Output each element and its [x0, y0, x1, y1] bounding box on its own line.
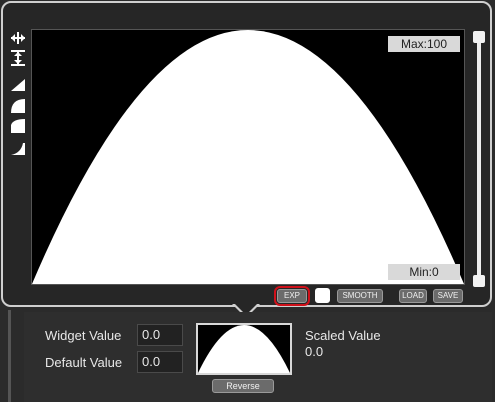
scaled-value: 0.0	[305, 344, 324, 359]
load-button[interactable]: LOAD	[399, 289, 427, 303]
widget-value-field[interactable]: 0.0	[137, 324, 183, 346]
save-button[interactable]: SAVE	[433, 289, 463, 303]
default-value-label: Default Value	[45, 355, 123, 370]
curve-thumbnail[interactable]	[196, 323, 292, 375]
horizontal-arrows-icon[interactable]	[9, 29, 27, 47]
curve-plot	[32, 30, 464, 284]
half-circle-icon[interactable]	[9, 97, 27, 115]
curve-corner-icon[interactable]	[9, 139, 27, 157]
exp-button[interactable]: EXP	[274, 286, 310, 306]
slider-bottom-handle[interactable]	[473, 275, 485, 287]
parabola-curve	[32, 30, 464, 284]
scaled-value-label: Scaled Value	[305, 328, 381, 343]
smooth-button[interactable]: SMOOTH	[337, 289, 383, 303]
vertical-slider[interactable]	[473, 31, 485, 287]
vertical-arrows-icon[interactable]	[9, 49, 27, 67]
slider-track	[477, 37, 481, 283]
left-divider	[8, 310, 11, 402]
min-label: Min:0	[388, 264, 460, 280]
max-label: Max:100	[388, 36, 460, 52]
slider-top-handle[interactable]	[473, 31, 485, 43]
ramp-icon[interactable]	[9, 75, 27, 93]
curve-editor-popup: Max:100 Min:0 EXP SMOOTH LOAD SAVE	[1, 1, 492, 307]
default-value-field[interactable]: 0.0	[137, 351, 183, 373]
curve-up-icon[interactable]	[9, 117, 27, 135]
curve-graph[interactable]: Max:100 Min:0	[31, 29, 465, 285]
reverse-button[interactable]: Reverse	[212, 379, 274, 393]
color-swatch-button[interactable]	[315, 288, 330, 303]
widget-value-label: Widget Value	[45, 328, 122, 343]
